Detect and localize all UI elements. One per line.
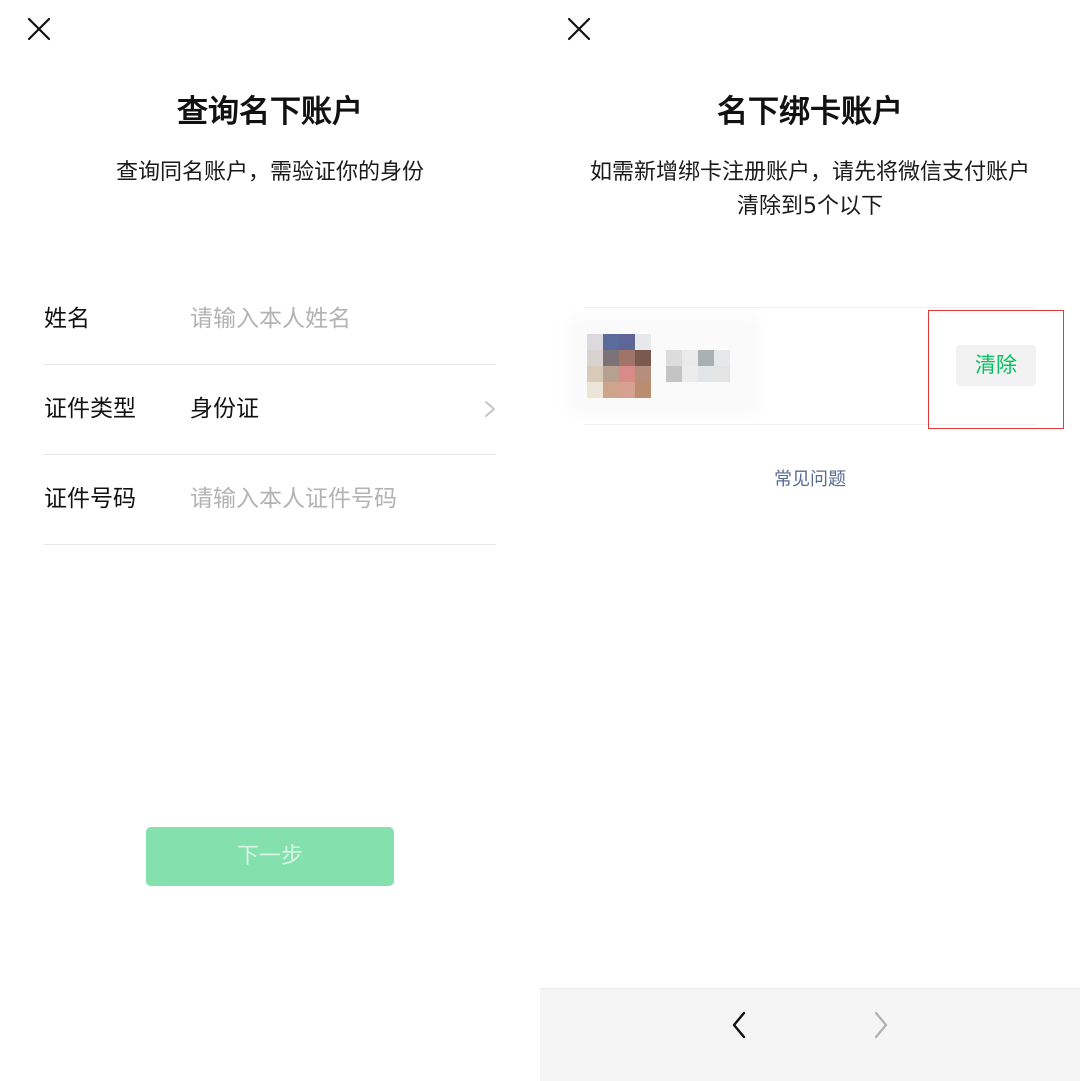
identity-query-panel: 查询名下账户 查询同名账户，需验证你的身份 姓名 证件类型 身份证 证件号码 下… [0, 0, 540, 1080]
bound-accounts-panel: 名下绑卡账户 如需新增绑卡注册账户，请先将微信支付账户清除到5个以下 常见问题 [540, 0, 1080, 1081]
name-input[interactable] [190, 300, 480, 338]
id-type-value: 身份证 [190, 396, 259, 422]
browser-bottom-nav [540, 988, 1080, 1081]
id-number-input[interactable] [190, 480, 480, 518]
faq-link[interactable]: 常见问题 [540, 466, 1080, 494]
page-title: 查询名下账户 [177, 94, 363, 130]
close-icon[interactable] [566, 16, 592, 42]
name-label: 姓名 [44, 306, 90, 332]
page-subtitle: 查询同名账户，需验证你的身份 [115, 160, 424, 185]
chevron-right-icon[interactable] [866, 1005, 894, 1045]
avatar [587, 334, 651, 398]
page-title: 名下绑卡账户 [717, 94, 903, 130]
id-number-row: 证件号码 [44, 454, 496, 545]
id-type-label: 证件类型 [44, 396, 136, 422]
chevron-right-icon [484, 400, 496, 422]
name-row: 姓名 [44, 274, 496, 365]
id-number-label: 证件号码 [44, 486, 136, 512]
page-subtitle: 如需新增绑卡注册账户，请先将微信支付账户清除到5个以下 [589, 160, 1030, 219]
next-step-button[interactable]: 下一步 [146, 827, 394, 886]
close-icon[interactable] [26, 16, 52, 42]
chevron-left-icon[interactable] [726, 1005, 754, 1045]
clear-button[interactable]: 清除 [956, 345, 1036, 386]
account-name [666, 350, 730, 382]
id-type-row[interactable]: 证件类型 身份证 [44, 364, 496, 455]
